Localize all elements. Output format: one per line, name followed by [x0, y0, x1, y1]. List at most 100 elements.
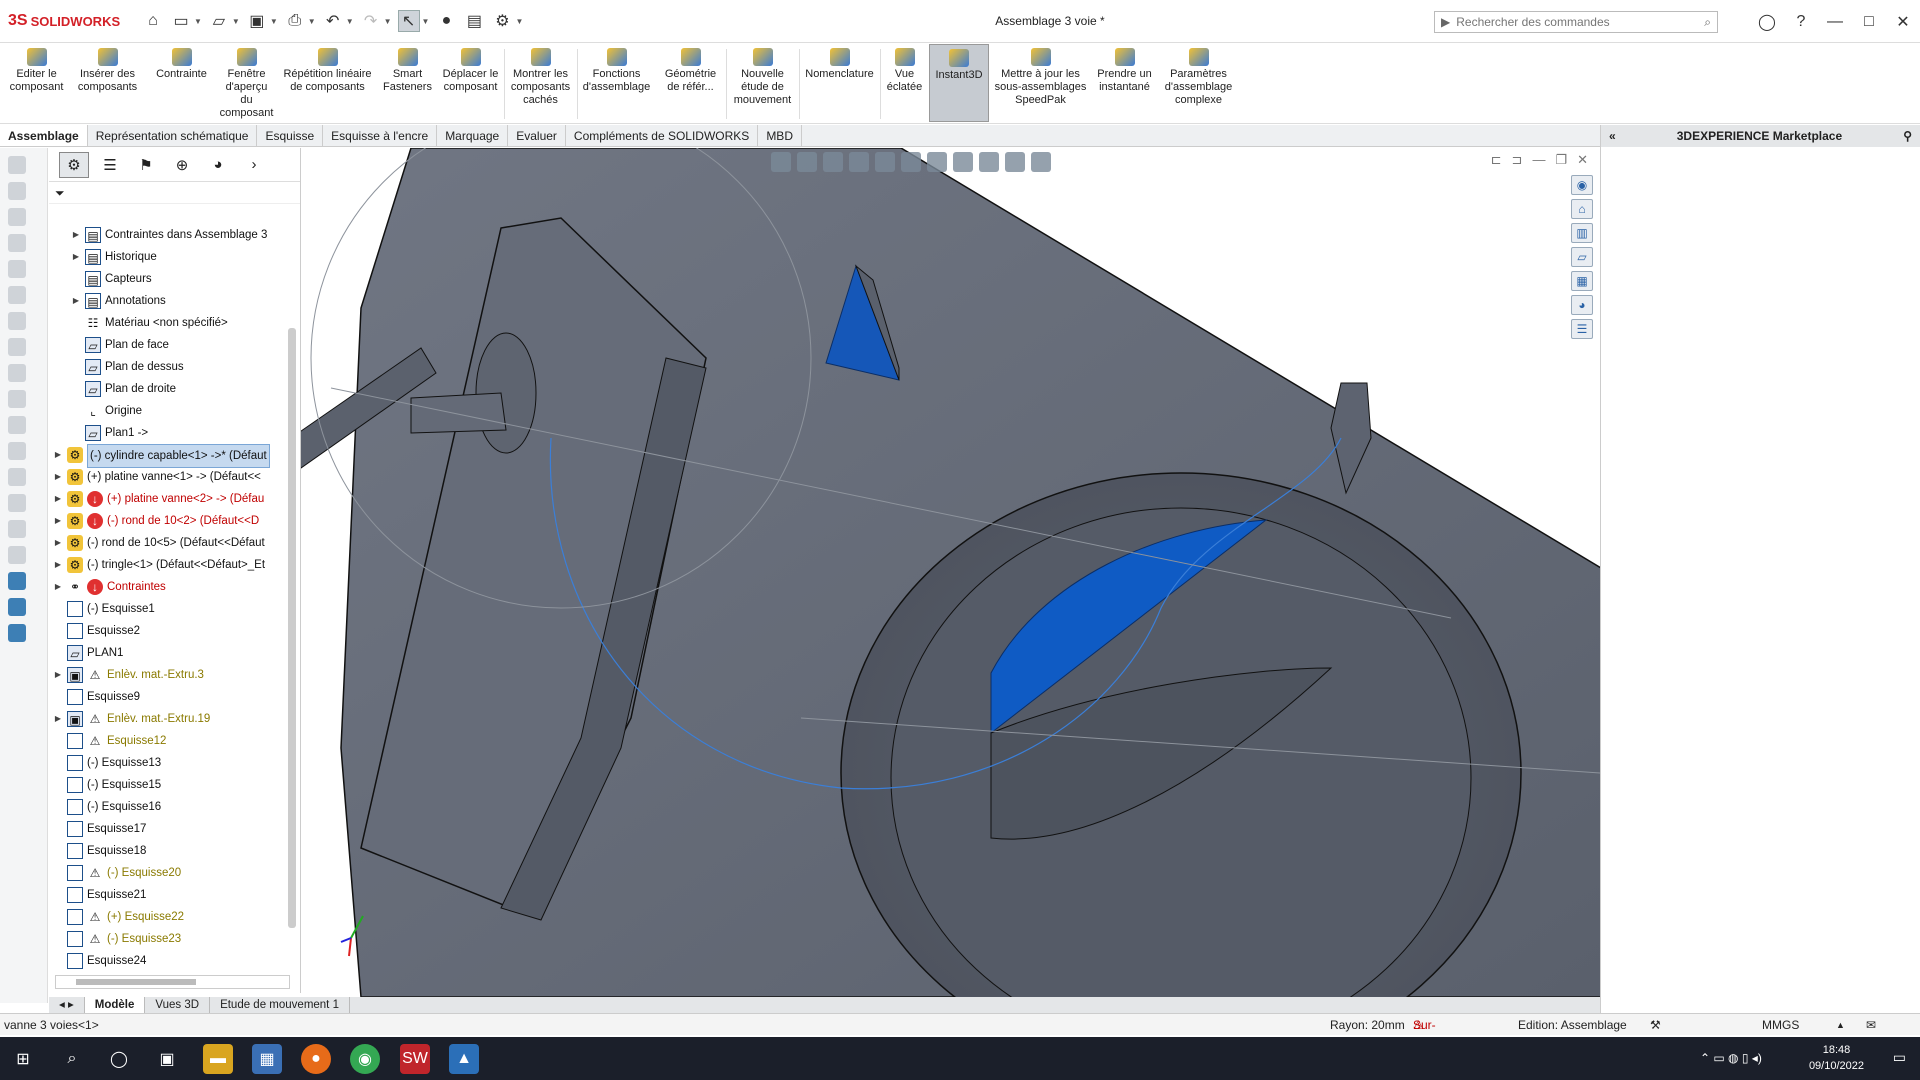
print-icon[interactable]: ⎙	[284, 10, 306, 32]
split-right-icon[interactable]: ⊐	[1512, 152, 1523, 168]
minimize-icon[interactable]: —	[1818, 13, 1852, 31]
solidworks-taskbar-icon[interactable]: SW	[400, 1044, 430, 1074]
search-icon[interactable]: ⌕	[1704, 15, 1711, 30]
spline-curve-icon[interactable]	[8, 624, 26, 642]
ribbon-button-component-preview[interactable]: Fenêtre d'aperçu du composant	[216, 44, 278, 122]
undo-icon[interactable]: ↶	[322, 10, 344, 32]
tree-item[interactable]: ▱ Plan de face	[49, 334, 287, 356]
ribbon-button-reference-geometry[interactable]: Géométrie de référ...	[656, 44, 726, 122]
tree-item[interactable]: ⚠ (+) Esquisse22	[49, 906, 287, 928]
tab-esquisse[interactable]: Esquisse	[257, 125, 324, 146]
tree-item[interactable]: ☷ Matériau <non spécifié>	[49, 312, 287, 334]
eraser-tool-icon[interactable]	[8, 260, 26, 278]
help-icon[interactable]: ?	[1784, 13, 1818, 31]
tab-evaluer[interactable]: Evaluer	[508, 125, 566, 146]
system-tray-icons[interactable]: ⌃ ▭ ◍ ▯ ◂)	[1700, 1051, 1762, 1065]
tree-item[interactable]: ▶ ▣ ⚠ Enlèv. mat.-Extru.3	[49, 664, 287, 686]
tree-item[interactable]: ▶ ▤ Contraintes dans Assemblage 3	[49, 224, 287, 246]
tree-item[interactable]: ⌞ Origine	[49, 400, 287, 422]
tree-item[interactable]: ▶ ⚭ ↓ Contraintes	[49, 576, 287, 598]
chevron-down-icon[interactable]: ▼	[422, 17, 430, 26]
model-3d-view[interactable]	[301, 148, 1600, 997]
solidworks-logo[interactable]: 3S SOLIDWORKS	[0, 12, 130, 30]
restore-icon[interactable]: ❐	[1555, 152, 1567, 168]
tree-vertical-scrollbar[interactable]	[288, 328, 296, 928]
pin-icon[interactable]: ⚲	[1903, 129, 1912, 143]
traffic-light-icon[interactable]: ●	[435, 10, 457, 32]
firefox-icon[interactable]: ●	[301, 1044, 331, 1074]
tree-item[interactable]: ▶ ⚙ ↓ (+) platine vanne<2> -> (Défau	[49, 488, 287, 510]
ribbon-button-instant3d[interactable]: Instant3D	[929, 44, 989, 122]
tree-item[interactable]: ▶ ⚙ (-) cylindre capable<1> ->* (Défaut	[49, 444, 287, 468]
tree-item[interactable]: ▱ Plan de dessus	[49, 356, 287, 378]
tree-item[interactable]: ▶ ⚙ (-) rond de 10<5> (Défaut<<Défaut	[49, 532, 287, 554]
graphics-area[interactable]: ⊏ ⊐ — ❐ ✕	[301, 148, 1600, 997]
status-units[interactable]: MMGS	[1762, 1014, 1799, 1036]
tab-etude-mouvement[interactable]: Etude de mouvement 1	[210, 997, 350, 1013]
options-gear-icon[interactable]: ⚙	[491, 10, 513, 32]
apply-scene-icon[interactable]	[1005, 152, 1025, 172]
tab-marquage[interactable]: Marquage	[437, 125, 509, 146]
expand-arrow-icon[interactable]: ▶	[53, 510, 63, 532]
wrap-tool-icon[interactable]	[8, 364, 26, 382]
ribbon-button-show-hidden[interactable]: Montrer les composants cachés	[505, 44, 577, 122]
tree-item[interactable]: Esquisse24	[49, 950, 287, 969]
tree-item[interactable]: ⚠ (-) Esquisse20	[49, 862, 287, 884]
mirror-tool-icon[interactable]	[8, 494, 26, 512]
zoom-to-fit-icon[interactable]	[771, 152, 791, 172]
expand-arrow-icon[interactable]: ▶	[53, 554, 63, 576]
appearances-icon[interactable]: ◕	[1571, 295, 1593, 315]
tree-item[interactable]: (-) Esquisse16	[49, 796, 287, 818]
ribbon-button-bom[interactable]: Nomenclature	[800, 44, 880, 122]
expand-arrow-icon[interactable]: ▶	[71, 290, 81, 312]
tree-item[interactable]: ▱ Plan de droite	[49, 378, 287, 400]
tree-item[interactable]: (-) Esquisse1	[49, 598, 287, 620]
message-icon[interactable]: ✉	[1866, 1014, 1876, 1036]
chevron-down-icon[interactable]: ▼	[346, 17, 354, 26]
tree-item[interactable]: ▶ ⚙ ↓ (-) rond de 10<2> (Défaut<<D	[49, 510, 287, 532]
expand-arrow-icon[interactable]: ▶	[53, 576, 63, 598]
tree-item[interactable]: ▶ ▤ Historique	[49, 246, 287, 268]
box-tool-icon[interactable]	[8, 312, 26, 330]
minimize-icon[interactable]: —	[1532, 152, 1545, 168]
sketch-tool-icon[interactable]	[8, 156, 26, 174]
collapse-icon[interactable]: «	[1609, 129, 1616, 143]
home-icon[interactable]: ⌂	[1571, 199, 1593, 219]
photos-icon[interactable]: ▲	[449, 1044, 479, 1074]
redo-icon[interactable]: ↷	[360, 10, 382, 32]
ribbon-button-exploded-view[interactable]: Vue éclatée	[881, 44, 929, 122]
split-left-icon[interactable]: ⊏	[1491, 152, 1502, 168]
search-icon[interactable]: ⌕	[57, 1044, 87, 1074]
view-orientation-icon[interactable]	[901, 152, 921, 172]
expand-arrow-icon[interactable]: ▶	[53, 488, 63, 510]
file-properties-icon[interactable]: ▤	[463, 10, 485, 32]
chevron-down-icon[interactable]: ▼	[232, 17, 240, 26]
hand-tool-icon[interactable]	[8, 338, 26, 356]
tree-item[interactable]: ⚠ Esquisse12	[49, 730, 287, 752]
filter-icon[interactable]: ⏷	[55, 186, 65, 200]
rebuild-icon[interactable]: ⚒	[1650, 1014, 1661, 1036]
tab-esquisse-encre[interactable]: Esquisse à l'encre	[323, 125, 438, 146]
tree-item[interactable]: ▶ ⚙ (+) platine vanne<1> -> (Défaut<<	[49, 466, 287, 488]
maximize-icon[interactable]: □	[1852, 13, 1886, 31]
dynamic-annotation-icon[interactable]	[875, 152, 895, 172]
arrow-down-tool-icon[interactable]	[8, 234, 26, 252]
file-explorer-icon[interactable]: ▱	[1571, 247, 1593, 267]
open-folder-icon[interactable]: ▱	[208, 10, 230, 32]
section-view-icon[interactable]	[849, 152, 869, 172]
ribbon-button-edit-component[interactable]: Editer le composant	[6, 44, 68, 122]
tab-vues-3d[interactable]: Vues 3D	[145, 997, 211, 1013]
command-search-input[interactable]	[1456, 15, 1705, 29]
shell-tool-icon[interactable]	[8, 390, 26, 408]
fill-tool-icon[interactable]	[8, 286, 26, 304]
custom-properties-icon[interactable]: ☰	[1571, 319, 1593, 339]
expand-arrow-icon[interactable]: ▶	[53, 466, 63, 488]
ribbon-button-insert-components[interactable]: Insérer des composants	[68, 44, 148, 122]
edit-appearance-icon[interactable]	[979, 152, 999, 172]
display-style-icon[interactable]	[927, 152, 947, 172]
tab-modele[interactable]: Modèle	[84, 997, 146, 1013]
chevron-down-icon[interactable]: ▼	[515, 17, 523, 26]
task-view-icon[interactable]: ▣	[152, 1044, 182, 1074]
tab-nav-arrows[interactable]: ◂ ▸	[49, 997, 85, 1013]
expand-arrow-icon[interactable]: ▶	[53, 532, 63, 554]
